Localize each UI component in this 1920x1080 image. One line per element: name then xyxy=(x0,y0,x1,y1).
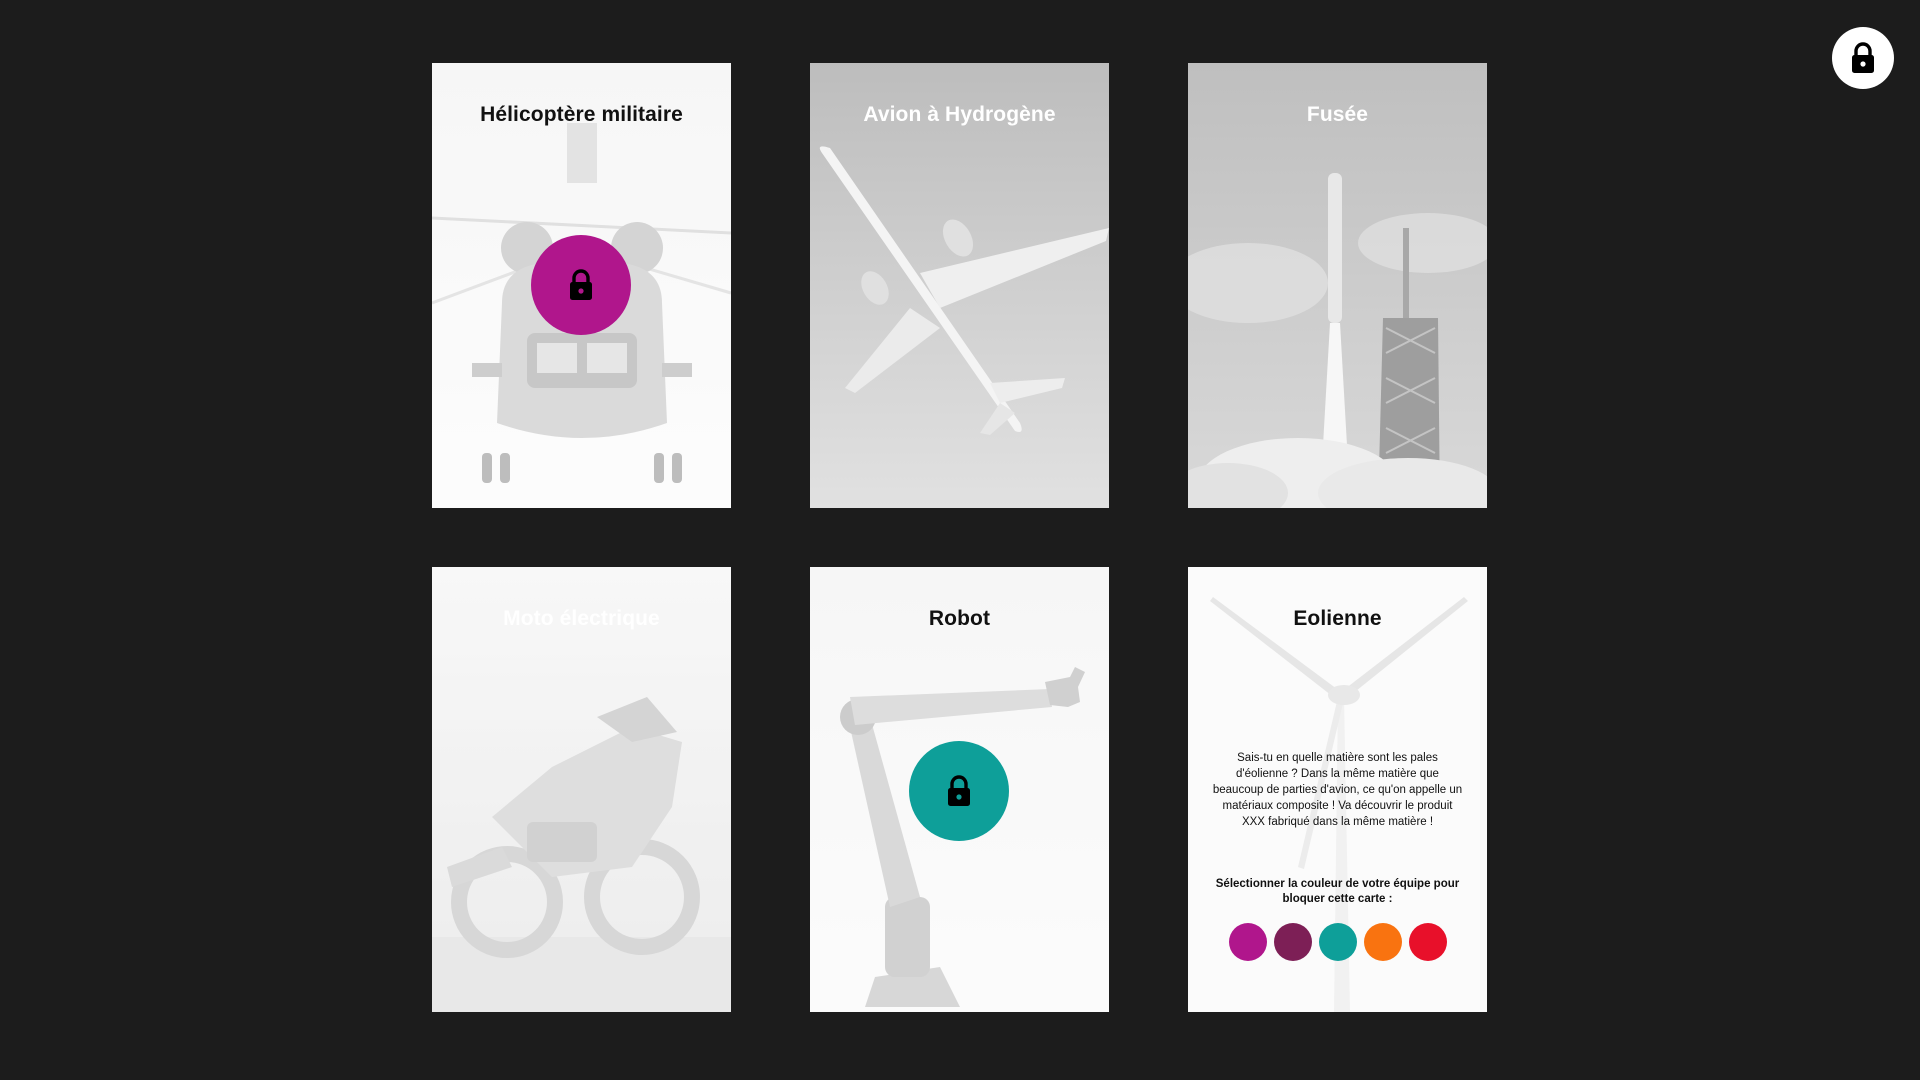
card-fusee[interactable]: Fusée xyxy=(1188,63,1487,508)
card-title: Fusée xyxy=(1306,103,1369,126)
card-board: Hélicoptère militaire Avion à Hydrogène … xyxy=(0,0,1920,1080)
card-info-text: Sais-tu en quelle matière sont les pales… xyxy=(1212,752,1463,828)
global-lock-button[interactable] xyxy=(1832,27,1894,89)
team-color-swatch[interactable] xyxy=(1408,923,1447,961)
rocket-image xyxy=(1188,63,1487,508)
lock-icon xyxy=(1852,42,1874,73)
team-color-prompt: Sélectionner la couleur de votre équipe … xyxy=(1215,878,1460,905)
card-moto-electrique[interactable]: Moto électrique xyxy=(432,567,731,1012)
card-eolienne[interactable]: Eolienne Sais-tu en quelle matière sont … xyxy=(1188,567,1487,1012)
card-title: Moto électrique xyxy=(503,607,660,630)
card-title: Avion à Hydrogène xyxy=(863,103,1056,126)
card-title: Robot xyxy=(928,607,991,630)
team-color-picker xyxy=(1188,923,1487,961)
team-color-swatch[interactable] xyxy=(1228,923,1267,961)
card-avion-hydrogene[interactable]: Avion à Hydrogène xyxy=(810,63,1109,508)
motorcycle-image xyxy=(432,567,731,1012)
team-color-swatch[interactable] xyxy=(1273,923,1312,961)
lock-icon xyxy=(570,269,592,300)
card-robot[interactable]: Robot xyxy=(810,567,1109,1012)
card-lock-badge[interactable] xyxy=(909,741,1009,841)
card-grid: Hélicoptère militaire Avion à Hydrogène … xyxy=(432,63,1488,1012)
team-color-swatch[interactable] xyxy=(1363,923,1402,961)
card-lock-badge[interactable] xyxy=(531,235,631,335)
airplane-image xyxy=(810,63,1109,508)
lock-icon xyxy=(948,775,970,806)
team-color-swatch[interactable] xyxy=(1318,923,1357,961)
card-title: Hélicoptère militaire xyxy=(480,103,683,126)
card-title: Eolienne xyxy=(1293,607,1382,630)
card-helicoptere-militaire[interactable]: Hélicoptère militaire xyxy=(432,63,731,508)
